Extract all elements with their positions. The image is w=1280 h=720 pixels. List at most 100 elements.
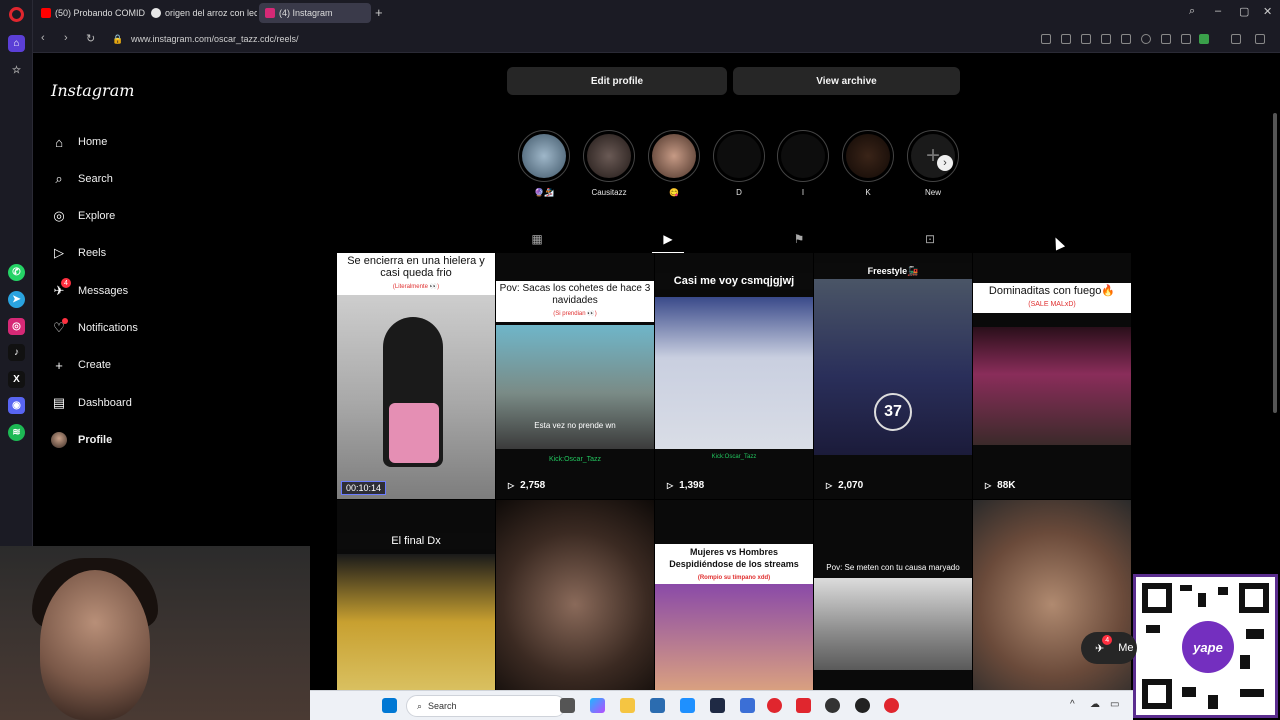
reel-tile[interactable]: Pov: Sacas los cohetes de hace 3 navidad… (496, 253, 654, 499)
obs-icon[interactable] (825, 698, 840, 713)
menu-icon[interactable] (1181, 34, 1191, 44)
cloud-icon[interactable]: ☁ (1090, 699, 1100, 710)
messages-popup-button[interactable]: ✈ 4 Me (1081, 632, 1137, 664)
easy-setup-icon[interactable] (1231, 34, 1241, 44)
aria-icon[interactable] (1255, 34, 1265, 44)
nav-search[interactable]: ⌕ Search (51, 168, 113, 190)
highlight[interactable]: D (711, 130, 767, 198)
reload-icon[interactable]: ↻ (86, 32, 95, 45)
network-icon[interactable]: ▭ (1110, 699, 1119, 710)
url-field[interactable]: www.instagram.com/oscar_tazz.cdc/reels/ (131, 34, 299, 44)
highlight-label: 😋 (669, 188, 679, 197)
nav-profile[interactable]: Profile (51, 429, 112, 451)
reel-tile[interactable]: Pov: Se meten con tu causa maryado (814, 500, 972, 690)
vpn-icon[interactable] (1101, 34, 1111, 44)
grid-icon[interactable]: ▦ (527, 229, 547, 249)
new-tab-button[interactable]: + (375, 5, 383, 20)
opera-logo-icon[interactable] (9, 7, 24, 22)
reel-tile[interactable]: Se encierra en una hielera y casi queda … (337, 253, 495, 499)
pinboard-icon[interactable]: ☆ (8, 62, 25, 79)
copilot-icon[interactable] (590, 698, 605, 713)
instagram-icon[interactable]: ◎ (8, 318, 25, 335)
instagram-logo[interactable]: Instagram (51, 81, 134, 100)
file-explorer-icon[interactable] (620, 698, 635, 713)
back-icon[interactable]: ‹ (41, 32, 45, 44)
highlight-label: I (801, 188, 805, 197)
tiktok-icon[interactable]: ♪ (8, 344, 25, 361)
nav-label: Profile (78, 434, 113, 446)
tab-youtube[interactable]: (50) Probando COMIDA C (35, 3, 145, 23)
nav-create[interactable]: + Create (51, 354, 111, 376)
taskbar-search[interactable]: ⌕ Search (406, 695, 566, 717)
yape-qr-code: yape (1133, 574, 1278, 718)
store-icon[interactable] (650, 698, 665, 713)
nav-home[interactable]: ⌂ Home (51, 131, 107, 153)
forward-icon[interactable]: › (64, 32, 68, 44)
app-icon[interactable] (740, 698, 755, 713)
scrollbar[interactable] (1273, 113, 1277, 413)
whatsapp-icon[interactable]: ✆ (8, 264, 25, 281)
tagged-icon[interactable]: ⊡ (920, 229, 940, 249)
reel-tile[interactable]: Freestyle🚂 37 ▷ 2,070 (814, 253, 972, 499)
dashboard-icon: ▤ (52, 395, 66, 410)
reels-tab-icon[interactable]: ▶ (652, 229, 684, 253)
send-icon[interactable] (1121, 34, 1131, 44)
extension-icon[interactable] (1041, 34, 1051, 44)
tab-google[interactable]: origen del arroz con lech (145, 3, 257, 23)
discord-icon[interactable]: ◉ (8, 397, 25, 414)
wps-icon[interactable] (796, 698, 811, 713)
view-archive-button[interactable]: View archive (733, 67, 960, 95)
lock-icon: 🔒 (112, 34, 124, 44)
edit-profile-button[interactable]: Edit profile (507, 67, 727, 95)
reel-tile[interactable]: Dominaditas con fuego🔥 (SALE MALxD) ▷ 88K (973, 253, 1131, 499)
reel-tile[interactable]: Mujeres vs Hombres Despidiéndose de los … (655, 500, 813, 690)
x-icon[interactable]: X (8, 371, 25, 388)
search-tabs-icon[interactable]: ⌕ (1189, 5, 1195, 18)
reel-tile[interactable] (496, 500, 654, 690)
chevron-up-icon[interactable]: ^ (1070, 699, 1075, 710)
dropbox-icon[interactable] (680, 698, 695, 713)
highlight[interactable]: Causitazz (581, 130, 637, 198)
minimize-icon[interactable]: – (1215, 5, 1221, 17)
nav-reels[interactable]: ▷ Reels (51, 242, 106, 264)
tab-instagram[interactable]: (4) Instagram (259, 3, 371, 23)
spotify-icon[interactable]: ≋ (8, 424, 25, 441)
camera-icon[interactable] (1061, 34, 1071, 44)
photoshop-icon[interactable] (710, 698, 725, 713)
highlight[interactable]: K (840, 130, 896, 198)
reel-caption: Casi me voy csmqjgjwj (655, 273, 813, 289)
highlight[interactable]: I (775, 130, 831, 198)
download-icon[interactable] (1161, 34, 1171, 44)
notification-dot (62, 318, 68, 324)
app-icon[interactable] (884, 698, 899, 713)
close-icon[interactable]: ✕ (1263, 5, 1272, 18)
highlight[interactable]: 🔮🏂 (516, 130, 572, 198)
highlight-label: 🔮🏂 (534, 188, 554, 197)
profile-icon[interactable] (1199, 34, 1209, 44)
explore-icon: ◎ (53, 208, 65, 223)
nav-messages[interactable]: ✈ 4 Messages (51, 278, 128, 302)
search-icon: ⌕ (417, 700, 423, 711)
app-icon[interactable] (855, 698, 870, 713)
nav-explore[interactable]: ◎ Explore (51, 205, 115, 227)
reel-caption: Freestyle🚂 (814, 263, 972, 279)
maximize-icon[interactable]: ▢ (1239, 5, 1249, 18)
reel-thumbnail (655, 584, 813, 690)
opera-taskbar-icon[interactable] (767, 698, 782, 713)
start-icon[interactable] (382, 698, 397, 713)
nav-dashboard[interactable]: ▤ Dashboard (51, 392, 132, 414)
shield-icon[interactable] (1081, 34, 1091, 44)
reel-tile[interactable]: Casi me voy csmqjgjwj Kick:Oscar_Tazz ▷ 1… (655, 253, 813, 499)
reel-tile[interactable]: El final Dx (337, 500, 495, 690)
telegram-icon[interactable]: ➤ (8, 291, 25, 308)
highlight[interactable]: 😋 (646, 130, 702, 198)
reel-caption: Se encierra en una hielera y casi queda … (337, 253, 495, 295)
nav-notifications[interactable]: ♡ Notifications (51, 317, 138, 339)
webcam-overlay (0, 546, 310, 720)
home-workspace-icon[interactable]: ⌂ (8, 35, 25, 52)
reel-footer: Kick:Oscar_Tazz (711, 454, 757, 460)
saved-icon[interactable]: ⚑ (789, 229, 809, 249)
task-view-icon[interactable] (560, 698, 575, 713)
heart-icon[interactable] (1141, 34, 1151, 44)
next-arrow-icon[interactable]: › (937, 155, 953, 171)
